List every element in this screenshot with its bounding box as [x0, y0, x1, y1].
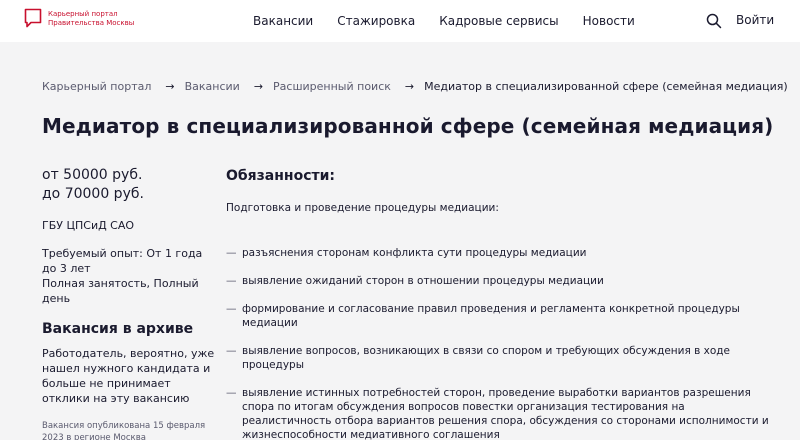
list-dash: — — [226, 387, 237, 399]
employer-name[interactable]: ГБУ ЦПСиД САО — [42, 219, 212, 232]
list-item: — разъяснения сторонам конфликта сути пр… — [226, 246, 771, 260]
list-dash: — — [226, 275, 237, 287]
vacancy-sidebar: от 50000 руб. до 70000 руб. ГБУ ЦПСиД СА… — [42, 166, 214, 440]
duty-text: выявление истинных потребностей сторон, … — [242, 387, 769, 440]
arrow-right-icon: → — [165, 80, 175, 93]
list-item: — выявление вопросов, возникающих в связ… — [226, 344, 771, 372]
publication-info: Вакансия опубликована 15 февраля 2023 в … — [42, 421, 206, 440]
nav-internship[interactable]: Стажировка — [337, 14, 415, 28]
vacancy-description: Обязанности: Подготовка и проведение про… — [226, 168, 771, 440]
main-content: Карьерный портал → Вакансии → Расширенны… — [0, 42, 800, 440]
page-title: Медиатор в специализированной сфере (сем… — [42, 114, 774, 138]
salary-from: от 50000 руб. — [42, 167, 143, 183]
portal-logo[interactable]: Карьерный портал Правительства Москвы — [24, 8, 134, 28]
employment-type: Полная занятость, Полный день — [42, 277, 199, 305]
archive-status-title: Вакансия в архиве — [42, 321, 194, 337]
list-item: — выявление ожиданий сторон в отношении … — [226, 274, 771, 288]
required-experience: Требуемый опыт: От 1 года до 3 лет — [42, 247, 203, 275]
logo-line-1: Карьерный портал — [48, 10, 118, 18]
nav-vacancies[interactable]: Вакансии — [253, 14, 313, 28]
site-header: Карьерный портал Правительства Москвы Ва… — [0, 0, 800, 42]
arrow-right-icon: → — [404, 80, 415, 93]
logo-icon — [24, 8, 42, 28]
duties-list: — разъяснения сторонам конфликта сути пр… — [226, 246, 771, 440]
breadcrumb: Карьерный портал → Вакансии → Расширенны… — [42, 80, 788, 93]
list-dash: — — [226, 345, 237, 357]
list-dash: — — [226, 247, 237, 259]
breadcrumb-portal[interactable]: Карьерный портал — [42, 80, 151, 93]
breadcrumb-advanced-search[interactable]: Расширенный поиск — [273, 80, 391, 93]
duty-text: разъяснения сторонам конфликта сути проц… — [242, 247, 587, 259]
duties-title: Обязанности: — [226, 168, 336, 184]
breadcrumb-vacancies[interactable]: Вакансии — [185, 80, 240, 93]
breadcrumb-current: Медиатор в специализированной сфере (сем… — [424, 80, 788, 93]
arrow-right-icon: → — [253, 80, 264, 93]
list-item: — выявление истинных потребностей сторон… — [226, 386, 771, 440]
list-dash: — — [226, 303, 237, 315]
search-icon[interactable] — [706, 13, 722, 29]
duties-intro: Подготовка и проведение процедуры медиац… — [226, 202, 499, 214]
salary: от 50000 руб. до 70000 руб. — [42, 166, 212, 204]
duty-text: выявление ожиданий сторон в отношении пр… — [242, 275, 604, 287]
nav-hr-services[interactable]: Кадровые сервисы — [439, 14, 558, 28]
list-item: — формирование и согласование правил про… — [226, 302, 771, 330]
main-nav: Вакансии Стажировка Кадровые сервисы Нов… — [253, 0, 659, 42]
salary-to: до 70000 руб. — [42, 186, 144, 202]
nav-news[interactable]: Новости — [583, 14, 635, 28]
duty-text: выявление вопросов, возникающих в связи … — [242, 345, 731, 371]
login-button[interactable]: Войти — [736, 13, 774, 27]
logo-text: Карьерный портал Правительства Москвы — [48, 10, 134, 28]
archive-status-text: Работодатель, вероятно, уже нашел нужног… — [42, 347, 215, 405]
logo-line-2: Правительства Москвы — [48, 19, 135, 27]
duty-text: формирование и согласование правил прове… — [242, 303, 740, 329]
